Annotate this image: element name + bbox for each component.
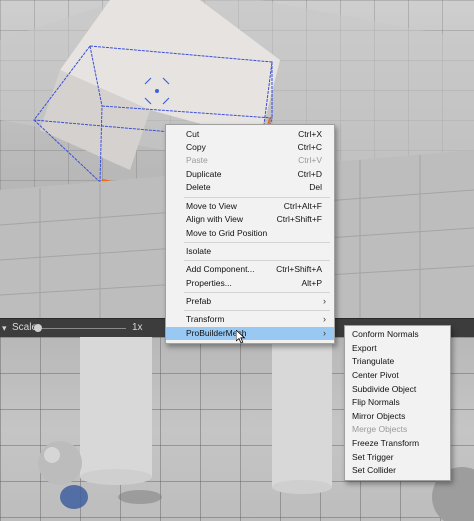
menu-item-paste: Paste Ctrl+V — [186, 155, 322, 165]
chevron-right-icon: › — [323, 296, 326, 306]
mouse-pointer-icon — [236, 330, 246, 344]
menu-item-prefab[interactable]: Prefab › — [166, 295, 334, 308]
submenu-item-conform-normals[interactable]: Conform Normals — [345, 328, 450, 341]
menu-item-align-with-view[interactable]: Align with View Ctrl+Shift+F — [166, 213, 334, 226]
submenu-item-subdivide-object[interactable]: Subdivide Object — [345, 383, 450, 396]
submenu-item-freeze-transform[interactable]: Freeze Transform — [345, 437, 450, 450]
chevron-right-icon: › — [323, 314, 326, 324]
scale-value: 1x — [132, 322, 143, 333]
menu-item-delete[interactable]: Delete Del — [166, 181, 334, 194]
menu-separator — [184, 197, 330, 198]
menu-item-move-to-grid[interactable]: Move to Grid Position — [166, 227, 334, 240]
menu-item-transform[interactable]: Transform › — [166, 313, 334, 326]
menu-item-probuildermesh[interactable]: ProBuilderMesh › — [166, 327, 334, 340]
dropdown-icon[interactable]: ▾ — [2, 322, 10, 334]
submenu-item-set-collider[interactable]: Set Collider — [345, 464, 450, 477]
menu-separator — [184, 242, 330, 243]
menu-item-cut[interactable]: Cut Ctrl+X — [166, 128, 334, 141]
submenu-item-triangulate[interactable]: Triangulate — [345, 355, 450, 368]
menu-separator — [184, 260, 330, 261]
menu-item-properties[interactable]: Properties... Alt+P — [166, 277, 334, 290]
chevron-right-icon: › — [323, 328, 326, 338]
menu-item-isolate[interactable]: Isolate — [166, 245, 334, 258]
submenu-item-mirror-objects[interactable]: Mirror Objects — [345, 410, 450, 423]
submenu-item-center-pivot[interactable]: Center Pivot — [345, 369, 450, 382]
menu-item-move-to-view[interactable]: Move to View Ctrl+Alt+F — [166, 200, 334, 213]
submenu-item-export[interactable]: Export — [345, 342, 450, 355]
menu-item-copy[interactable]: Copy Ctrl+C — [166, 141, 334, 154]
scale-slider-track[interactable] — [38, 328, 126, 329]
menu-separator — [184, 292, 330, 293]
submenu-item-set-trigger[interactable]: Set Trigger — [345, 451, 450, 464]
submenu-item-flip-normals[interactable]: Flip Normals — [345, 396, 450, 409]
probuilder-submenu: Conform Normals Export Triangulate Cente… — [344, 325, 451, 481]
submenu-item-merge-objects: Merge Objects — [352, 424, 408, 434]
menu-item-add-component[interactable]: Add Component... Ctrl+Shift+A — [166, 263, 334, 276]
scale-slider-handle[interactable] — [34, 324, 42, 332]
menu-separator — [184, 310, 330, 311]
context-menu: Cut Ctrl+X Copy Ctrl+C Paste Ctrl+V Dupl… — [165, 124, 335, 344]
menu-item-duplicate[interactable]: Duplicate Ctrl+D — [166, 168, 334, 181]
